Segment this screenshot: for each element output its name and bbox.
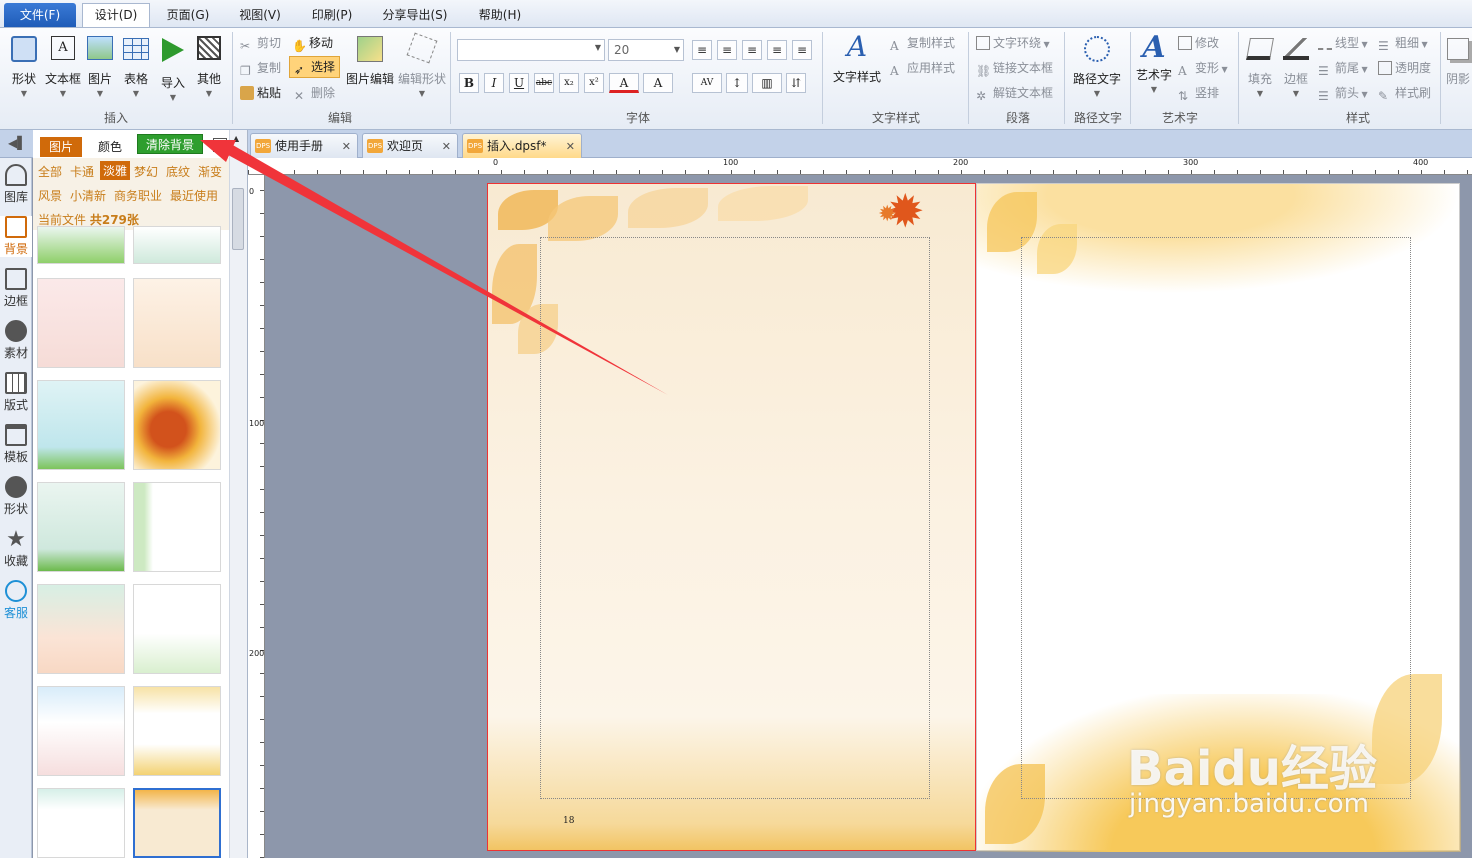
- annotation-arrow-shaft: [219, 140, 668, 395]
- annotation-arrow-head: [200, 140, 236, 162]
- annotation-arrow: [200, 140, 668, 395]
